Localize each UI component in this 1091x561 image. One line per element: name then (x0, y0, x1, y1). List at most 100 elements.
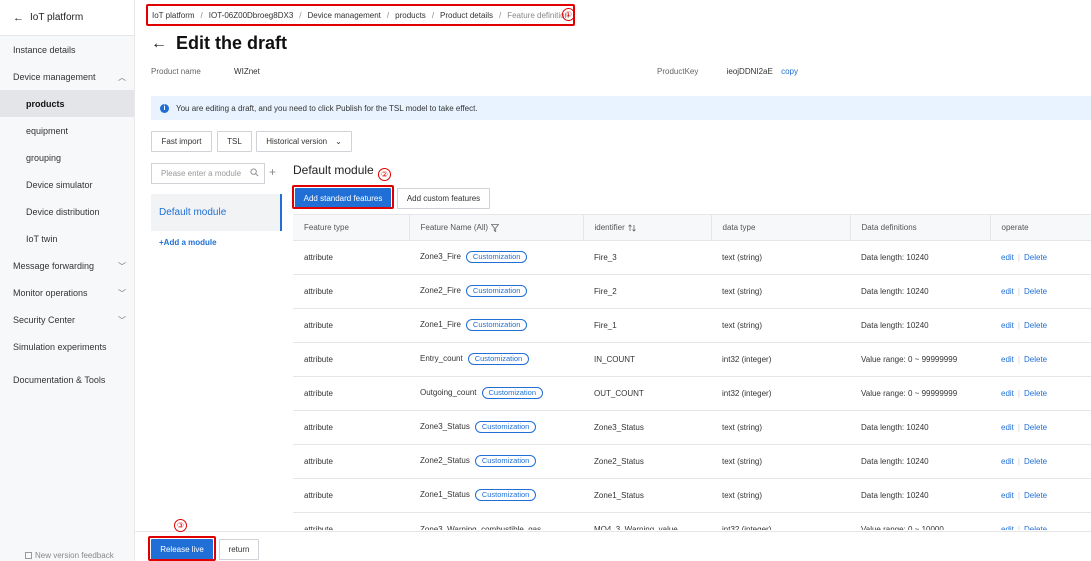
header-identifier[interactable]: identifier (583, 215, 712, 241)
sidebar-item-grouping[interactable]: grouping (0, 144, 134, 171)
page-title: Edit the draft (176, 33, 287, 53)
edit-link[interactable]: edit (1001, 491, 1014, 500)
breadcrumb-item[interactable]: Device management (308, 11, 381, 20)
sidebar-item-device-management[interactable]: Device management ︿ (0, 63, 134, 90)
add-module-link[interactable]: +Add a module (159, 238, 217, 247)
customization-tag: Customization (481, 387, 544, 399)
separator: | (1017, 490, 1020, 500)
edit-link[interactable]: edit (1001, 525, 1014, 531)
cell-feature-name: Zone1_Status Customization (409, 478, 583, 513)
delete-link[interactable]: Delete (1024, 525, 1047, 531)
cell-feature-name: Outgoing_count Customization (409, 376, 583, 411)
customization-tag: Customization (474, 489, 537, 501)
edit-link[interactable]: edit (1001, 457, 1014, 466)
delete-link[interactable]: Delete (1024, 321, 1047, 330)
product-key-row: ProductKey ieojDDNI2aE copy (657, 67, 798, 76)
sidebar-item-message-forwarding[interactable]: Message forwarding ﹀ (0, 252, 134, 279)
tsl-button[interactable]: TSL (217, 131, 252, 152)
sidebar-item-iot-twin[interactable]: IoT twin (0, 225, 134, 252)
sidebar-item-instance-details[interactable]: Instance details (0, 36, 134, 63)
module-search-input[interactable]: Please enter a module (151, 163, 265, 184)
sidebar-item-security-center[interactable]: Security Center ﹀ (0, 306, 134, 333)
cell-data-definition: Data length: 10240 (850, 410, 990, 445)
cell-data-definition: Data length: 10240 (850, 274, 990, 309)
table-header-row: Feature type Feature Name (All) identifi… (293, 215, 1091, 241)
product-name-row: Product name WIZnet (151, 67, 260, 76)
cell-operate: edit | Delete (990, 478, 1091, 513)
cell-identifier: Zone2_Status (583, 444, 711, 479)
table-row: attribute Zone1_Status Customization Zone1_… (293, 478, 1091, 513)
separator: | (1017, 320, 1020, 330)
cell-feature-type: attribute (293, 512, 409, 530)
feature-name: Outgoing_count (420, 388, 477, 397)
sidebar-item-label: Device management (13, 71, 96, 82)
feature-name: Zone2_Fire (420, 286, 461, 295)
edit-link[interactable]: edit (1001, 389, 1014, 398)
search-icon (250, 168, 259, 177)
product-key-value: ieojDDNI2aE (726, 67, 773, 76)
delete-link[interactable]: Delete (1024, 423, 1047, 432)
cell-identifier: Fire_3 (583, 240, 711, 275)
edit-link[interactable]: edit (1001, 253, 1014, 262)
customization-tag: Customization (474, 421, 537, 433)
separator: | (1017, 388, 1020, 398)
header-feature-name[interactable]: Feature Name (All) (409, 215, 584, 241)
delete-link[interactable]: Delete (1024, 287, 1047, 296)
add-custom-features-button[interactable]: Add custom features (397, 188, 490, 209)
brand-back[interactable]: ← IoT platform (0, 0, 134, 36)
cell-operate: edit | Delete (990, 376, 1091, 411)
sidebar-item-documentation-tools[interactable]: Documentation & Tools (0, 366, 134, 393)
delete-link[interactable]: Delete (1024, 253, 1047, 262)
breadcrumb-item[interactable]: IOT-06Z00Dbroeg8DX3 (209, 11, 294, 20)
add-module-plus-icon[interactable]: + (269, 165, 276, 179)
cell-identifier: MQ4_3_Warning_value (583, 512, 711, 530)
sidebar-item-device-simulator[interactable]: Device simulator (0, 171, 134, 198)
feature-name: Entry_count (420, 354, 463, 363)
back-arrow-icon[interactable]: ← (151, 35, 167, 53)
module-item-default[interactable]: Default module (151, 194, 282, 231)
breadcrumb-item[interactable]: Product details (440, 11, 493, 20)
cell-data-type: int32 (integer) (711, 342, 850, 377)
copy-link[interactable]: copy (781, 67, 798, 76)
edit-link[interactable]: edit (1001, 355, 1014, 364)
table-row: attribute Zone2_Fire Customization Fire_2 te… (293, 274, 1091, 309)
return-button[interactable]: return (219, 539, 259, 560)
separator: | (1017, 252, 1020, 262)
feature-name: Zone3_Fire (420, 252, 461, 261)
sidebar-item-equipment[interactable]: equipment (0, 117, 134, 144)
table-row: attribute Entry_count Customization IN_COUN… (293, 342, 1091, 377)
fast-import-button[interactable]: Fast import (151, 131, 212, 152)
sidebar-item-products[interactable]: products (0, 90, 134, 117)
feature-name: Zone3_Status (420, 422, 470, 431)
edit-link[interactable]: edit (1001, 287, 1014, 296)
product-name-label: Product name (151, 67, 201, 76)
customization-tag: Customization (465, 251, 528, 263)
cell-data-type: text (string) (711, 478, 850, 513)
delete-link[interactable]: Delete (1024, 355, 1047, 364)
cell-operate: edit | Delete (990, 274, 1091, 309)
feedback-icon (25, 552, 32, 559)
filter-icon[interactable] (491, 223, 500, 232)
sidebar-item-device-distribution[interactable]: Device distribution (0, 198, 134, 225)
marker-three: ③ (174, 519, 187, 532)
marker-one: ① (562, 8, 575, 21)
breadcrumb-item[interactable]: products (395, 11, 426, 20)
cell-feature-type: attribute (293, 444, 409, 479)
breadcrumb-item[interactable]: IoT platform (152, 11, 195, 20)
delete-link[interactable]: Delete (1024, 457, 1047, 466)
cell-identifier: Fire_1 (583, 308, 711, 343)
edit-link[interactable]: edit (1001, 423, 1014, 432)
marker-two: ② (378, 168, 391, 181)
separator: | (1017, 422, 1020, 432)
historical-version-dropdown[interactable]: Historical version ⌄ (256, 131, 352, 152)
sidebar-item-simulation-experiments[interactable]: Simulation experiments (0, 333, 134, 360)
feature-name: Zone3_Warning_combustible_gas (420, 524, 542, 531)
feedback-link[interactable]: New version feedback (25, 551, 114, 560)
sort-icon[interactable] (627, 224, 636, 232)
delete-link[interactable]: Delete (1024, 389, 1047, 398)
sidebar-item-monitor-operations[interactable]: Monitor operations ﹀ (0, 279, 134, 306)
module-title: Default module (293, 163, 374, 177)
cell-identifier: IN_COUNT (583, 342, 711, 377)
edit-link[interactable]: edit (1001, 321, 1014, 330)
delete-link[interactable]: Delete (1024, 491, 1047, 500)
